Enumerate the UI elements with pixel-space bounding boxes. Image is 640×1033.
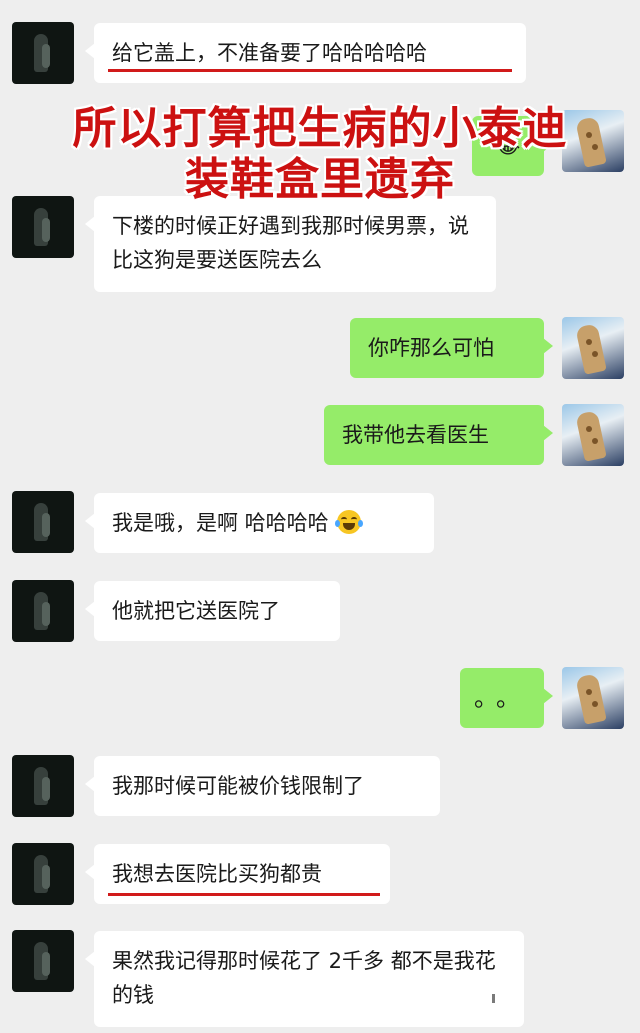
message-bubble-outgoing[interactable]: 。。 [460, 668, 553, 728]
overlay-caption-line-2: 装鞋盒里遗弃 [185, 154, 455, 205]
contact-avatar[interactable] [12, 755, 74, 817]
user-avatar[interactable] [562, 404, 624, 466]
overlay-caption-line-1: 所以打算把生病的小泰迪 [72, 103, 568, 154]
message-text: 我想去医院比买狗都贵 [112, 862, 322, 886]
contact-avatar[interactable] [12, 930, 74, 992]
user-avatar[interactable] [562, 317, 624, 379]
chat-window: 给它盖上，不准备要了哈哈哈哈哈 😂 下楼的时候正好遇到我那时候男票，说比这狗是要… [0, 0, 640, 1033]
message-bubble-outgoing[interactable]: 你咋那么可怕 [350, 318, 553, 378]
contact-avatar[interactable] [12, 843, 74, 905]
contact-avatar[interactable] [12, 22, 74, 84]
message-bubble-incoming[interactable]: 他就把它送医院了 [85, 581, 340, 641]
message-bubble-incoming[interactable]: 我那时候可能被价钱限制了 [85, 756, 440, 816]
message-text: 下楼的时候正好遇到我那时候男票，说比这狗是要送医院去么 [112, 214, 469, 272]
contact-avatar[interactable] [12, 580, 74, 642]
message-text: 我那时候可能被价钱限制了 [112, 774, 364, 798]
message-bubble-incoming[interactable]: 我是哦，是啊 哈哈哈哈 [85, 493, 434, 553]
message-text: 。。 [474, 684, 530, 712]
message-text: 给它盖上，不准备要了哈哈哈哈哈 [112, 41, 427, 65]
message-text: 你咋那么可怕 [368, 336, 494, 360]
message-text: 我带他去看医生 [342, 423, 489, 447]
emphasis-underline [108, 893, 380, 896]
message-text: 他就把它送医院了 [112, 599, 280, 623]
emphasis-underline [108, 69, 512, 72]
message-bubble-incoming[interactable]: 下楼的时候正好遇到我那时候男票，说比这狗是要送医院去么 [85, 196, 496, 292]
message-text: 果然我记得那时候花了 2千多 都不是我花的钱 [112, 949, 496, 1007]
message-text: 我是哦，是啊 哈哈哈哈 [112, 511, 329, 535]
message-bubble-incoming[interactable]: 给它盖上，不准备要了哈哈哈哈哈 [85, 23, 526, 83]
message-bubble-incoming[interactable]: 果然我记得那时候花了 2千多 都不是我花的钱 [85, 931, 524, 1027]
stray-mark [492, 994, 495, 1003]
tears-of-joy-emoji-icon [335, 510, 364, 534]
contact-avatar[interactable] [12, 491, 74, 553]
user-avatar[interactable] [562, 667, 624, 729]
message-bubble-outgoing[interactable]: 我带他去看医生 [324, 405, 553, 465]
